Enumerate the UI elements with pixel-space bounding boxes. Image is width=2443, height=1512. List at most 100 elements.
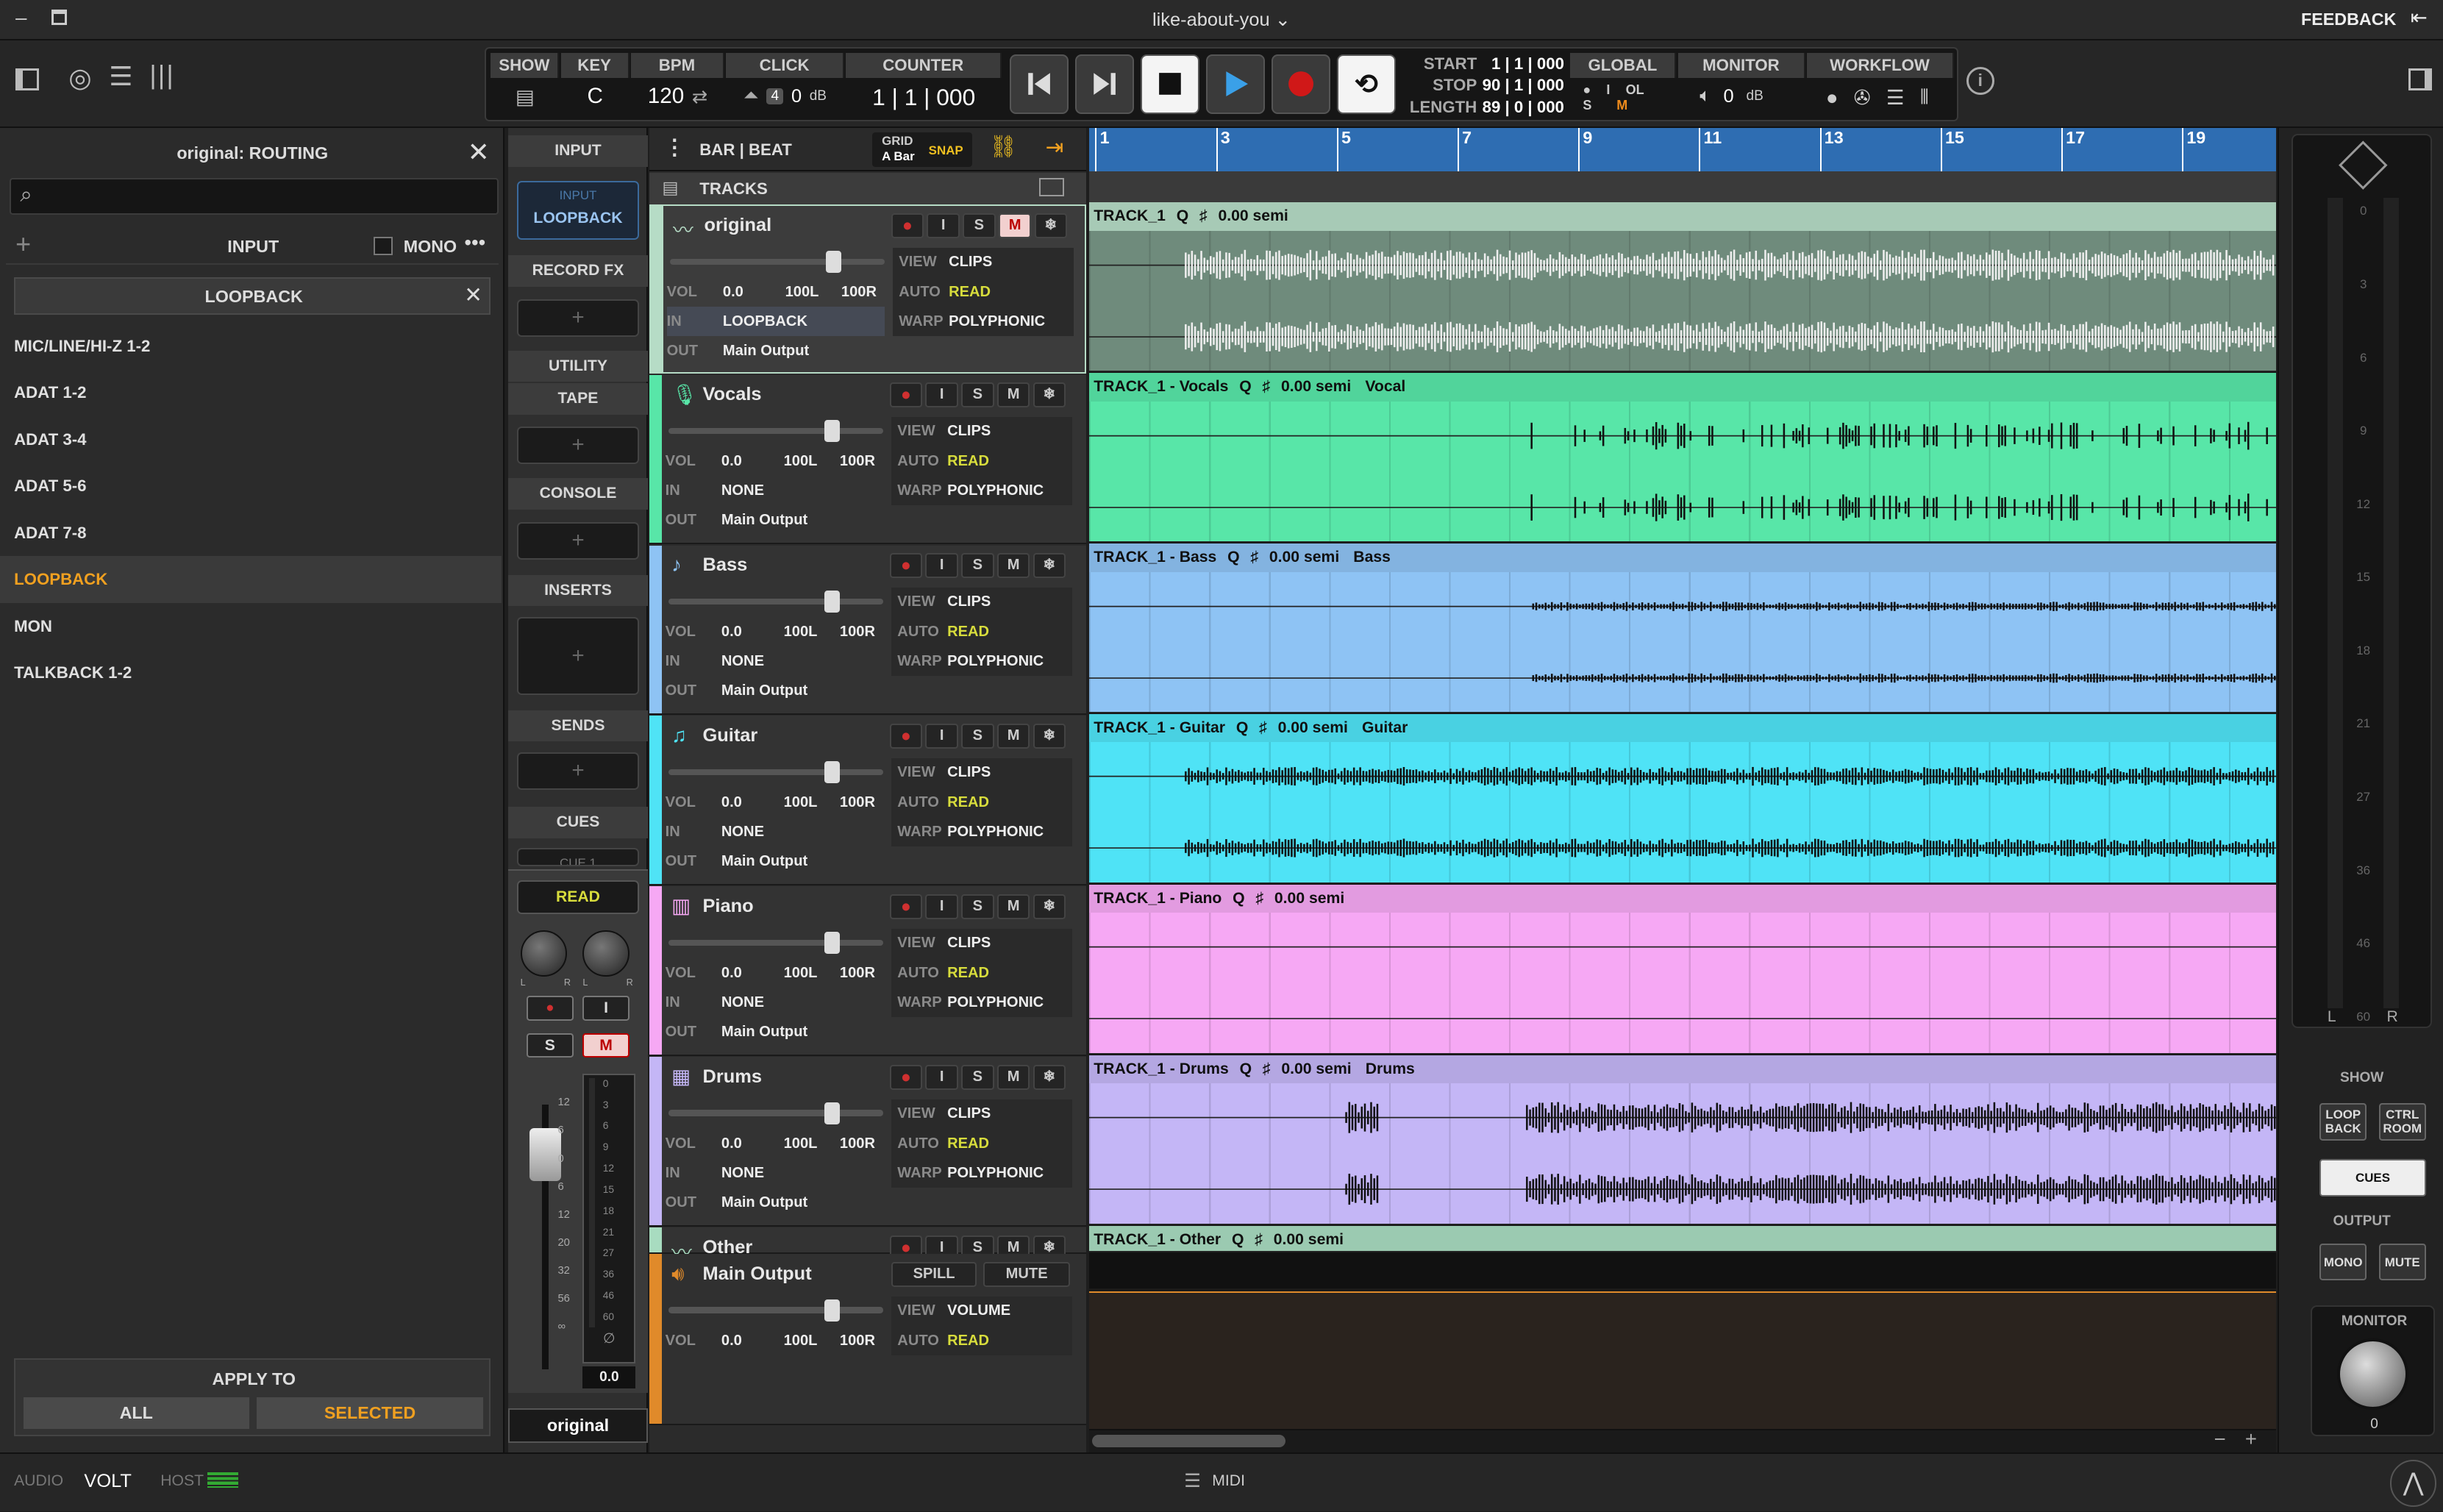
track-volume[interactable]: 0.0 [721,1135,784,1152]
track-pan-right[interactable]: 100R [840,1135,875,1152]
fader-knob[interactable] [824,760,840,783]
scrollbar-thumb[interactable] [1092,1435,1285,1448]
freeze-icon[interactable]: ❄ [1033,1065,1066,1090]
track-auto[interactable]: READ [949,284,991,301]
track-name[interactable]: Guitar [702,725,757,746]
ctrl-room-button[interactable]: CTRL ROOM [2378,1102,2426,1141]
track-header-vocals[interactable]: 🎙︎ Vocals ● I S M ❄ VOL 0.0 100L 100R IN NONE OUT Main… [649,374,1086,545]
key-value[interactable]: C [561,84,630,109]
track-pan-right[interactable]: 100R [840,453,875,470]
track-header-guitar[interactable]: ♫ Guitar ● I S M ❄ VOL 0.0 100L 100R IN NONE OUT Main … [649,716,1086,886]
track-volume[interactable]: 0.0 [723,284,785,301]
track-input[interactable]: NONE [721,824,764,841]
track-input[interactable]: NONE [721,1165,764,1182]
track-record-button[interactable]: ● [889,1065,923,1090]
track-auto[interactable]: READ [947,965,989,982]
counter-section[interactable]: COUNTER 1 | 1 | 000 [846,52,1002,111]
track-output[interactable]: Main Output [721,682,807,699]
clip-semitones[interactable]: 0.00 semi [1269,549,1339,566]
timeline-ruler[interactable]: 1 3 5 7 9 11 13 15 17 19 [1088,127,2277,172]
strip-mute-button[interactable]: M [582,1033,630,1058]
track-output[interactable]: Main Output [721,512,807,529]
clip-semitones[interactable]: 0.00 semi [1281,1060,1351,1077]
routing-item[interactable]: LOOPBACK [0,556,502,603]
transpose-icon[interactable]: ♯ [1255,890,1263,907]
track-auto[interactable]: READ [947,624,989,641]
chevron-down-icon[interactable]: ⌄ [1275,10,1291,30]
track-lane-piano[interactable]: TRACK_1 - Piano Q ♯ 0.00 semi [1088,885,2277,1055]
stop-value[interactable]: 90 | 1 | 000 [1483,76,1564,95]
track-lane-bass[interactable]: TRACK_1 - Bass Q ♯ 0.00 semi Bass [1088,543,2277,714]
track-mute-button[interactable]: M [996,724,1030,749]
track-pan-left[interactable]: 100L [784,1135,840,1152]
pan-knob-left[interactable] [520,930,568,977]
follow-icon[interactable]: ⇥ [1046,134,1064,160]
track-input-button[interactable]: I [925,382,958,407]
track-pan-right[interactable]: 100R [840,794,875,811]
track-solo-button[interactable]: S [961,724,994,749]
clip-semitones[interactable]: 0.00 semi [1281,378,1351,395]
show-section[interactable]: SHOW ▤ [491,52,560,109]
search-input[interactable]: ⌕ [9,177,499,215]
volt-tab[interactable]: VOLT [84,1471,131,1492]
time-format[interactable]: BAR | BEAT [699,140,792,160]
track-name[interactable]: Bass [702,554,747,576]
track-volume-fader[interactable] [668,931,884,954]
monitor-knob[interactable] [2336,1338,2409,1411]
track-lane-other[interactable]: TRACK_1 - Other Q ♯ 0.00 semi [1088,1226,2277,1253]
track-view[interactable]: CLIPS [947,423,991,440]
key-section[interactable]: KEY C [560,52,630,109]
main-output-fader[interactable] [668,1299,884,1322]
track-header-original[interactable]: 〰 original ● I S M ❄ VOL 0.0 100L 100R IN LOOPBACK OU… [649,204,1086,374]
track-solo-button[interactable]: S [961,1065,994,1090]
play-button[interactable] [1205,54,1266,114]
strip-name[interactable]: original [507,1408,649,1443]
global-record-icon[interactable]: ● [1583,82,1591,98]
clip-header[interactable]: TRACK_1 - Piano Q ♯ 0.00 semi [1088,885,2277,913]
monitor-level[interactable]: 0 [1723,86,1733,107]
track-warp[interactable]: POLYPHONIC [947,994,1044,1011]
track-input[interactable]: NONE [721,994,764,1011]
cues-button[interactable]: CUES [2319,1159,2426,1197]
strip-record-button[interactable]: ● [527,995,574,1021]
track-pan-left[interactable]: 100L [785,284,841,301]
loopback-button[interactable]: LOOP BACK [2319,1102,2367,1141]
mixer-icon[interactable]: ||| [149,60,174,90]
track-volume-fader[interactable] [669,250,885,273]
clip-header[interactable]: TRACK_1 - Drums Q ♯ 0.00 semi Drums [1088,1055,2277,1084]
inserts-slot[interactable]: + [517,616,639,695]
track-input[interactable]: NONE [721,653,764,670]
track-input-button[interactable]: I [925,724,958,749]
apply-selected-button[interactable]: SELECTED [257,1397,483,1429]
fader-knob[interactable] [824,1299,840,1322]
clip-header[interactable]: TRACK_1 Q ♯ 0.00 semi [1088,202,2277,231]
console-slot[interactable]: + [517,521,639,560]
track-pan-left[interactable]: 100L [784,965,840,982]
list-icon[interactable]: ☰ [109,61,132,92]
metronome-icon[interactable]: ⏶ [743,85,758,107]
transpose-icon[interactable]: ♯ [1263,378,1271,395]
quantize-icon[interactable]: Q [1240,1060,1252,1077]
track-output[interactable]: Main Output [723,343,809,360]
counter-value[interactable]: 1 | 1 | 000 [846,84,1002,111]
track-volume-fader[interactable] [668,1102,884,1124]
track-warp[interactable]: POLYPHONIC [949,313,1045,330]
reel-icon[interactable]: ✇ [1854,86,1871,110]
clip-header[interactable]: TRACK_1 - Other Q ♯ 0.00 semi [1088,1226,2277,1252]
length-value[interactable]: 89 | 0 | 000 [1483,98,1564,117]
mute-button[interactable]: MUTE [982,1262,1071,1287]
track-view[interactable]: CLIPS [949,254,992,271]
quantize-icon[interactable]: Q [1233,890,1244,907]
track-header-drums[interactable]: ▦ Drums ● I S M ❄ VOL 0.0 100L 100R IN NONE OUT Main O… [649,1057,1086,1227]
track-input-button[interactable]: I [927,213,960,238]
fader-knob[interactable] [824,590,840,613]
clip-semitones[interactable]: 0.00 semi [1274,1231,1344,1248]
routing-item[interactable]: ADAT 3-4 [0,416,502,463]
fader-knob[interactable] [824,419,840,442]
clip-header[interactable]: TRACK_1 - Bass Q ♯ 0.00 semi Bass [1088,543,2277,572]
apply-all-button[interactable]: ALL [23,1397,249,1429]
track-solo-button[interactable]: S [963,213,996,238]
bpm-section[interactable]: BPM 120 ⇄ [630,52,724,109]
track-header-piano[interactable]: ▥ Piano ● I S M ❄ VOL 0.0 100L 100R IN NONE OUT Main O… [649,886,1086,1057]
routing-item[interactable]: TALKBACK 1-2 [0,649,502,696]
